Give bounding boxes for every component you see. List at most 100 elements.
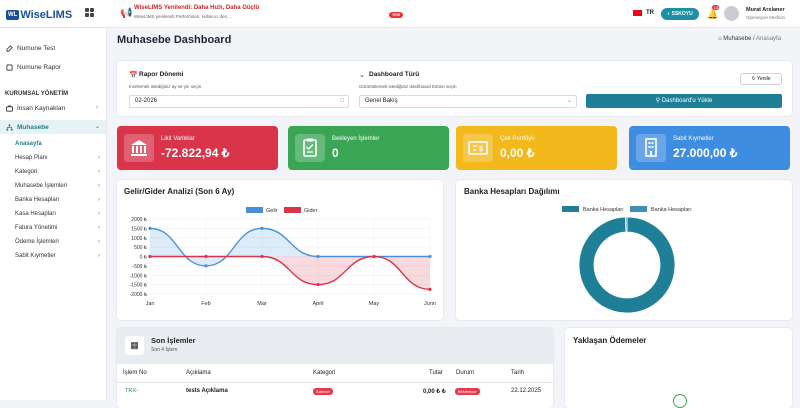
chevron-right-icon: › (98, 183, 100, 189)
y-tick-label: 2000 ₺ (131, 217, 148, 223)
app-logo[interactable]: WL WiseLIMS (6, 8, 72, 21)
language-selector[interactable]: TR (646, 10, 654, 16)
row-status-badge: Bekleniyor (455, 388, 480, 395)
chevron-right-icon: › (98, 169, 100, 175)
page-title: Muhasebe Dashboard (117, 34, 232, 46)
refresh-label: Yenile (757, 76, 771, 82)
chevron-right-icon: › (98, 253, 100, 259)
data-point (372, 254, 376, 259)
briefcase-icon (6, 105, 13, 112)
sidebar-item-numune-test[interactable]: Numune Test (6, 45, 55, 52)
legend-label: Banka Hesapları (583, 207, 624, 213)
sidebar-sub-muhasebe-islemleri[interactable]: Muhasebe İşlemleri › (15, 183, 100, 189)
bank-distribution-title: Banka Hesapları Dağılımı (464, 187, 560, 196)
sidebar-sub-anasayfa[interactable]: Anasayfa (15, 141, 100, 147)
chevron-down-icon: ⌄ (95, 124, 101, 130)
check-circle-icon (673, 394, 687, 408)
divider (117, 382, 553, 383)
sidebar-sub-label: Anasayfa (15, 141, 42, 147)
chevron-right-icon: › (96, 105, 98, 111)
row-category-badge: Satınalı (313, 388, 333, 395)
stat-card-pending-transactions[interactable]: Bekleyen İşlemler 0 (288, 126, 449, 170)
data-point (316, 254, 320, 259)
col-header[interactable]: Tutar (429, 370, 443, 376)
report-period-label: Rapor Dönemi (139, 71, 184, 78)
row-date: 22.12.2025 (511, 388, 542, 394)
legend-swatch (246, 207, 263, 213)
data-point (260, 254, 264, 259)
dashboard-type-select[interactable]: Genel Bakış ⌄ (359, 95, 577, 108)
income-expense-chart: 2000 ₺ 1500 ₺ 1000 ₺ 500 ₺ 0 ₺ -500 ₺ -1000 ₺ -… (130, 207, 436, 307)
stat-card-liquid-assets[interactable]: Likit Varlıklar -72.822,94 ₺ (117, 126, 278, 170)
x-tick-label: Jan (146, 301, 155, 307)
breadcrumb-home[interactable]: Muhasebe (723, 36, 751, 42)
sidebar-sub-hesap-plani[interactable]: Hesap Planı › (15, 155, 100, 161)
y-tick-label: -500 ₺ (132, 264, 147, 270)
calendar-icon: 📅 (129, 72, 138, 79)
money-check-icon: $ (463, 134, 493, 162)
legend-label: Gider (304, 208, 318, 214)
stat-label: Bekleyen İşlemler (332, 136, 380, 142)
sidebar-sub-odeme-islemleri[interactable]: Ödeme İşlemleri › (15, 239, 100, 245)
report-period-input[interactable]: 02-2026 □ (129, 95, 349, 108)
dashboard-type-label: Dashboard Türü (369, 71, 420, 78)
user-name[interactable]: Murat Arslaner (746, 7, 785, 13)
row-desc: tests Açıklama (186, 388, 228, 394)
legend-swatch (630, 206, 647, 212)
theme-button-label: SSKOYU (671, 11, 693, 17)
load-dashboard-button[interactable]: ⚲ Dashboard'u Yükle (586, 94, 782, 108)
stat-label: Sabit Kıymetler (673, 136, 714, 142)
theme-button[interactable]: ◐ SSKOYU (661, 8, 699, 20)
row-no[interactable]: TRX- (125, 388, 138, 394)
sidebar-sub-label: Fatura Yönetimi (15, 225, 58, 231)
sidebar-sub-banka-hesaplari[interactable]: Banka Hesapları › (15, 197, 100, 203)
dashboard-type-hint: Görüntülemek istediğiniz dashboard türün… (359, 84, 457, 89)
col-header[interactable]: Kategori (313, 370, 335, 376)
apps-grid-icon[interactable] (85, 8, 94, 17)
stat-value: 27.000,00 ₺ (673, 146, 738, 160)
sidebar-item-label: İnsan Kaynakları (17, 105, 66, 112)
refresh-button[interactable]: ↻ Yenile (740, 73, 782, 85)
col-header[interactable]: İşlem No (123, 370, 147, 376)
report-period-hint: İncelemek istediğiniz ay ve yılı seçin (129, 84, 202, 89)
col-header[interactable]: Durum (456, 370, 474, 376)
turkey-flag-icon[interactable] (633, 10, 642, 16)
sidebar-sub-fatura-yonetimi[interactable]: Fatura Yönetimi › (15, 225, 100, 231)
report-icon (6, 64, 13, 71)
sidebar-sub-kategori[interactable]: Kategori › (15, 169, 100, 175)
sidebar-item-muhasebe[interactable]: Muhasebe (6, 124, 49, 131)
home-icon[interactable]: ⌂ (718, 36, 722, 42)
col-header[interactable]: Açıklama (186, 370, 211, 376)
sidebar-sub-kasa-hesaplari[interactable]: Kasa Hesapları › (15, 211, 100, 217)
sidebar-item-numune-rapor[interactable]: Numune Rapor (6, 64, 61, 71)
avatar[interactable] (724, 6, 739, 21)
pie-slice (625, 216, 628, 233)
upcoming-payments-title: Yaklaşan Ödemeler (573, 336, 647, 345)
stat-card-check-portfolio[interactable]: $ Çek Portföyü 0,00 ₺ (456, 126, 617, 170)
y-tick-label: -2000 ₺ (130, 292, 148, 298)
breadcrumb: ⌂ Muhasebe / Anasayfa (718, 36, 781, 42)
sidebar-sub-label: Kasa Hesapları (15, 211, 57, 217)
chevron-down-icon: ⌄ (566, 98, 572, 104)
data-point (428, 254, 432, 259)
stat-label: Çek Portföyü (500, 136, 535, 142)
y-tick-label: -1000 ₺ (130, 273, 148, 279)
stat-label: Likit Varlıklar (161, 136, 195, 142)
y-tick-label: 500 ₺ (134, 245, 148, 251)
sitemap-icon (6, 124, 13, 131)
stat-value: -72.822,94 ₺ (161, 146, 230, 160)
bell-icon[interactable]: 🔔 (707, 9, 718, 20)
transactions-subtitle: Son 4 İşlem (151, 347, 178, 353)
legend-swatch (562, 206, 579, 212)
sidebar-sub-label: Kategori (15, 169, 38, 175)
upcoming-payments-card: Yaklaşan Ödemeler (565, 328, 792, 408)
col-header[interactable]: Tarih (511, 370, 524, 376)
sidebar-sub-sabit-kiymetler[interactable]: Sabit Kıymetler › (15, 253, 100, 259)
sidebar-item-insan-kaynaklari[interactable]: İnsan Kaynakları (6, 105, 65, 112)
sidebar-sub-label: Muhasebe İşlemleri (15, 183, 68, 189)
sidebar-sub-label: Banka Hesapları (15, 197, 60, 203)
stat-card-fixed-assets[interactable]: Sabit Kıymetler 27.000,00 ₺ (629, 126, 790, 170)
stat-value: 0 (332, 146, 339, 160)
data-point (316, 283, 320, 287)
edit-icon (6, 45, 13, 52)
